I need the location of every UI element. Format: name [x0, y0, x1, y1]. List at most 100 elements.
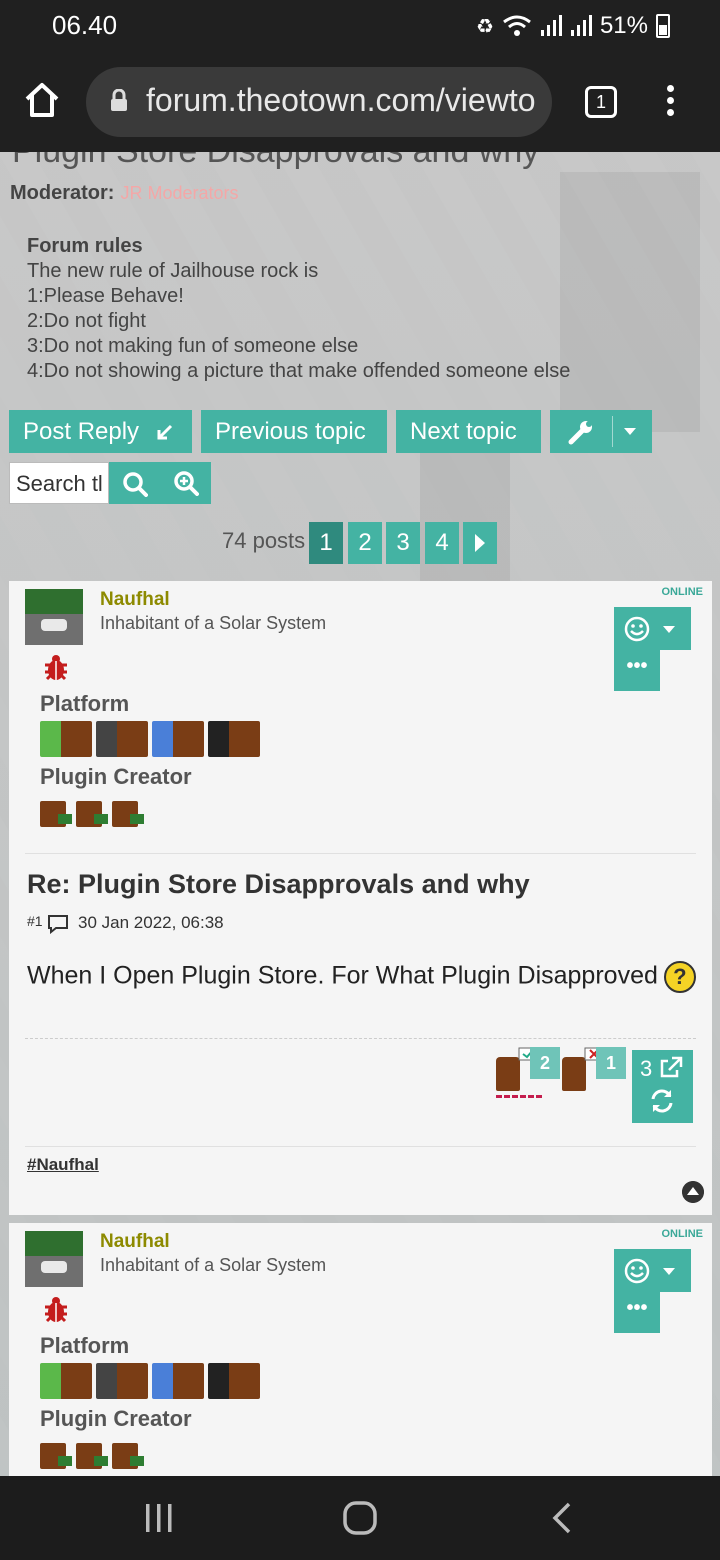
- linux-badge-icon: [208, 1363, 260, 1399]
- pagination-page-4[interactable]: 4: [425, 522, 459, 564]
- topic-title: Plugin Store Disapprovals and why: [12, 152, 539, 171]
- reaction-button[interactable]: [614, 1249, 691, 1292]
- pagination-page-2[interactable]: 2: [348, 522, 382, 564]
- pagination-next-button[interactable]: [463, 522, 497, 564]
- post-reply-label: Post Reply: [23, 418, 140, 445]
- recent-apps-icon[interactable]: [144, 1502, 174, 1534]
- rules-line: 1:Please Behave!: [27, 285, 184, 307]
- share-count: 3: [640, 1056, 653, 1081]
- user-rank: Inhabitant of a Solar System: [100, 1255, 327, 1275]
- post: Naufhal Inhabitant of a Solar System ONL…: [9, 581, 712, 1215]
- plugin-creator-badges: [40, 801, 144, 827]
- background-building: [560, 172, 700, 432]
- moderators-link[interactable]: JR Moderators: [120, 183, 238, 203]
- post-separator: [25, 1038, 696, 1039]
- avatar[interactable]: [25, 589, 83, 645]
- divider: [25, 1146, 696, 1147]
- next-topic-button[interactable]: Next topic: [396, 410, 541, 453]
- post-reply-button[interactable]: Post Reply: [9, 410, 192, 453]
- user-rank: Inhabitant of a Solar System: [100, 613, 327, 633]
- post-link-icon[interactable]: [47, 914, 69, 934]
- external-link-icon: [660, 1056, 683, 1078]
- online-status: ONLINE: [661, 586, 703, 598]
- tab-switcher-button[interactable]: 1: [585, 86, 617, 118]
- tools-separator: [612, 416, 613, 447]
- chevron-down-icon: [663, 1268, 675, 1275]
- divider: [25, 853, 696, 854]
- zoom-in-icon: [174, 471, 199, 496]
- home-nav-icon[interactable]: [342, 1500, 378, 1536]
- post-body-text: When I Open Plugin Store. For What Plugi…: [27, 961, 658, 990]
- plugin-badge-icon: [112, 1443, 144, 1469]
- rules-line: 2:Do not fight: [27, 310, 146, 332]
- online-status: ONLINE: [661, 1228, 703, 1240]
- previous-topic-button[interactable]: Previous topic: [201, 410, 387, 453]
- plugin-creator-label: Plugin Creator: [40, 1406, 192, 1431]
- wrench-icon: [568, 421, 592, 445]
- disapprove-count: 1: [596, 1047, 626, 1079]
- plugin-badge-icon: [40, 801, 72, 827]
- post: Naufhal Inhabitant of a Solar System ONL…: [9, 1223, 712, 1476]
- search-input[interactable]: Search tl: [9, 462, 109, 504]
- signature-link[interactable]: #Naufhal: [27, 1155, 99, 1175]
- forum-rules: Forum rules The new rule of Jailhouse ro…: [27, 234, 570, 384]
- reaction-button[interactable]: [614, 607, 691, 650]
- rules-line: 3:Do not making fun of someone else: [27, 335, 359, 357]
- back-nav-icon[interactable]: [551, 1502, 573, 1534]
- url-text: forum.theotown.com/viewto: [146, 82, 536, 118]
- home-icon[interactable]: [22, 80, 62, 120]
- bug-hunter-badge-icon: [45, 655, 67, 681]
- approve-bear-icon: [496, 1057, 520, 1091]
- post-more-button[interactable]: •••: [614, 1292, 660, 1333]
- post-more-button[interactable]: •••: [614, 650, 660, 691]
- apple-badge-icon: [96, 721, 148, 757]
- back-to-top-icon[interactable]: [682, 1181, 704, 1203]
- signal-icon-2: [570, 15, 592, 36]
- post-date: 30 Jan 2022, 06:38: [78, 913, 224, 932]
- post-body: When I Open Plugin Store. For What Plugi…: [27, 961, 696, 993]
- battery-percent: 51%: [599, 12, 648, 39]
- battery-saver-icon: ♻: [476, 15, 494, 38]
- signal-icon-1: [540, 15, 562, 36]
- system-nav-bar: [0, 1476, 720, 1560]
- linux-badge-icon: [208, 721, 260, 757]
- windows-badge-icon: [152, 1363, 204, 1399]
- address-bar[interactable]: forum.theotown.com/viewto: [86, 67, 552, 137]
- wifi-icon: [503, 15, 531, 36]
- apple-badge-icon: [96, 1363, 148, 1399]
- battery-icon: [656, 14, 670, 38]
- topic-tools-button[interactable]: [550, 410, 652, 453]
- post-title: Re: Plugin Store Disapprovals and why: [27, 869, 530, 899]
- plugin-creator-badges: [40, 1443, 144, 1469]
- disapprove-bear-icon: [562, 1057, 586, 1091]
- plugin-badge-icon: [76, 801, 108, 827]
- moderator-label: Moderator:: [10, 182, 115, 204]
- pagination-page-1[interactable]: 1: [309, 522, 343, 564]
- chevron-down-icon: [624, 428, 636, 435]
- username[interactable]: Naufhal: [100, 589, 170, 611]
- platform-label: Platform: [40, 1333, 130, 1358]
- platform-badges: [40, 1363, 260, 1399]
- search-icon: [123, 472, 148, 497]
- post-number[interactable]: #1: [27, 913, 43, 929]
- plugin-badge-icon: [112, 801, 144, 827]
- browser-menu-icon[interactable]: [660, 82, 680, 122]
- avatar[interactable]: [25, 1231, 83, 1287]
- android-badge-icon: [40, 1363, 92, 1399]
- username[interactable]: Naufhal: [100, 1231, 170, 1253]
- advanced-search-button[interactable]: [160, 462, 211, 504]
- smiley-icon: [624, 1258, 650, 1284]
- status-time: 06.40: [52, 10, 118, 40]
- reply-arrow-icon: [157, 424, 172, 440]
- platform-label: Platform: [40, 691, 130, 716]
- refresh-icon: [651, 1089, 673, 1113]
- status-icons: ♻ 51%: [476, 12, 670, 40]
- smiley-icon: [624, 616, 650, 642]
- rules-line: 4:Do not showing a picture that make off…: [27, 360, 571, 382]
- share-button[interactable]: 3: [632, 1050, 693, 1123]
- posts-count: 74 posts: [222, 528, 306, 553]
- search-button[interactable]: [109, 462, 160, 504]
- pagination-page-3[interactable]: 3: [386, 522, 420, 564]
- voted-indicator: [496, 1095, 542, 1098]
- android-badge-icon: [40, 721, 92, 757]
